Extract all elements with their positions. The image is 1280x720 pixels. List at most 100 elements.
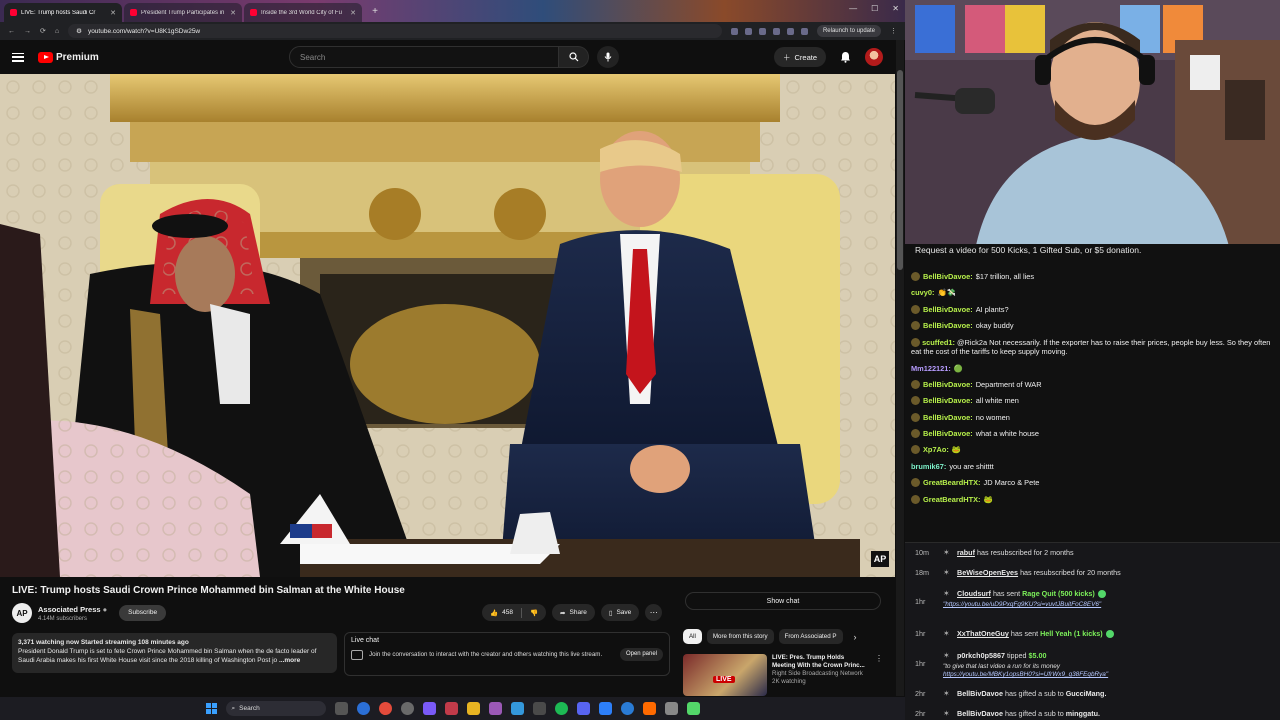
app-icon[interactable] xyxy=(532,702,546,715)
chat-username[interactable]: BellBivDavoe: xyxy=(923,321,973,330)
event-username[interactable]: Cloudsurf xyxy=(957,589,991,598)
event-target[interactable]: minggatu. xyxy=(1066,709,1100,718)
discord-icon[interactable] xyxy=(576,702,590,715)
chat-username[interactable]: BellBivDavoe: xyxy=(923,396,973,405)
search-button[interactable] xyxy=(559,46,589,68)
chat-username[interactable]: BellBivDavoe: xyxy=(923,429,973,438)
url-field[interactable]: ⚙ youtube.com/watch?v=U8K1gSDw25w xyxy=(68,24,722,38)
search-input[interactable] xyxy=(289,46,559,68)
event-username[interactable]: BellBivDavoe xyxy=(957,689,1003,698)
chat-username[interactable]: BellBivDavoe: xyxy=(923,272,973,281)
video-player[interactable]: AP xyxy=(0,74,895,577)
more-actions-icon[interactable]: ⋯ xyxy=(645,604,663,621)
word-icon[interactable] xyxy=(598,702,612,715)
youtube-logo[interactable]: Premium xyxy=(38,51,99,63)
page-scrollbar[interactable] xyxy=(896,40,904,696)
more-menu-icon[interactable]: ⋮ xyxy=(890,27,897,35)
event-username[interactable]: rabuf xyxy=(957,548,975,557)
taskbar-search[interactable]: ⌕ Search xyxy=(225,701,326,716)
extension-icon[interactable] xyxy=(730,27,738,35)
account-avatar[interactable] xyxy=(865,48,883,66)
chat-username[interactable]: scuffed1: xyxy=(922,338,955,347)
app-icon[interactable] xyxy=(620,702,634,715)
event-username[interactable]: XxThatOneGuy xyxy=(957,629,1009,638)
more-options-icon[interactable]: ⋮ xyxy=(875,654,883,696)
extension-icon[interactable] xyxy=(772,27,780,35)
tab-youtube-live[interactable]: LIVE: Trump hosts Saudi Cr ✕ xyxy=(4,3,122,22)
chat-username[interactable]: brumik67: xyxy=(911,462,946,471)
more-link[interactable]: ...more xyxy=(279,657,300,664)
extension-icon[interactable] xyxy=(744,27,752,35)
spotify-icon[interactable] xyxy=(554,702,568,715)
reload-icon[interactable]: ⟳ xyxy=(40,27,46,35)
open-panel-button[interactable]: Open panel xyxy=(619,648,663,661)
like-icon[interactable]: 👍 xyxy=(490,609,498,617)
new-tab-icon[interactable]: + xyxy=(368,5,382,19)
chip-more-from-story[interactable]: More from this story xyxy=(706,629,774,644)
event-username[interactable]: BellBivDavoe xyxy=(957,709,1003,718)
tab-trump-participates[interactable]: President Trump Participates in ✕ xyxy=(124,3,242,22)
chip-all[interactable]: All xyxy=(683,629,702,644)
minimize-icon[interactable]: — xyxy=(849,4,857,13)
chat-username[interactable]: GreatBeardHTX: xyxy=(923,478,981,487)
app-icon[interactable] xyxy=(488,702,502,715)
dislike-icon[interactable]: 👎 xyxy=(530,609,538,617)
close-icon[interactable]: ✕ xyxy=(230,9,236,17)
chevron-right-icon[interactable]: › xyxy=(854,632,857,642)
chip-from-associated-press[interactable]: From Associated P xyxy=(778,629,843,644)
channel-name[interactable]: Associated Press ● xyxy=(38,605,107,614)
task-view-icon[interactable] xyxy=(334,702,348,715)
chrome-icon[interactable] xyxy=(378,702,392,715)
hamburger-menu-icon[interactable] xyxy=(12,52,24,62)
voice-search-button[interactable] xyxy=(597,46,619,68)
channel-avatar[interactable]: AP xyxy=(12,603,32,623)
event-link[interactable]: "https://youtu.be/uD9PxqFg9KU?si=vuvtJBu… xyxy=(943,601,1101,608)
recommended-video[interactable]: LIVE LIVE: Pres. Trump Holds Meeting Wit… xyxy=(683,654,883,696)
back-icon[interactable]: ← xyxy=(8,28,15,35)
save-button[interactable]: ▯ Save xyxy=(600,604,640,621)
close-icon[interactable]: ✕ xyxy=(110,9,116,17)
close-icon[interactable]: ✕ xyxy=(350,9,356,17)
chat-username[interactable]: GreatBeardHTX: xyxy=(923,495,981,504)
recommended-channel[interactable]: Right Side Broadcasting Network xyxy=(772,670,868,678)
edge-icon[interactable] xyxy=(356,702,370,715)
windows-start-icon[interactable] xyxy=(205,703,217,714)
share-button[interactable]: ➦ Share xyxy=(552,604,595,621)
event-link[interactable]: https://youtu.be/MBKy1opsBH0?si=UfrWx9_g… xyxy=(943,671,1108,678)
chrome-profile-icon[interactable] xyxy=(400,702,414,715)
app-icon[interactable] xyxy=(664,702,678,715)
notifications-bell-icon[interactable] xyxy=(840,51,851,63)
extension-icon[interactable] xyxy=(786,27,794,35)
maximize-icon[interactable]: ☐ xyxy=(871,4,878,13)
event-username[interactable]: p0rkch0p5867 xyxy=(957,651,1005,660)
create-button[interactable]: ＋ Create xyxy=(773,47,826,67)
event-target[interactable]: GucciMang. xyxy=(1066,689,1107,698)
app-icon[interactable] xyxy=(444,702,458,715)
extension-icon[interactable] xyxy=(800,27,808,35)
site-info-icon[interactable]: ⚙ xyxy=(76,27,82,35)
kick-icon[interactable] xyxy=(686,702,700,715)
file-explorer-icon[interactable] xyxy=(466,702,480,715)
video-description[interactable]: 3,371 watching now Started streaming 108… xyxy=(12,633,337,673)
extension-icon[interactable] xyxy=(758,27,766,35)
home-icon[interactable]: ⌂ xyxy=(55,28,59,35)
chat-username[interactable]: Xp7Ao: xyxy=(923,445,949,454)
close-window-icon[interactable]: ✕ xyxy=(892,4,899,13)
relaunch-button[interactable]: Relaunch to update xyxy=(816,25,881,37)
app-icon[interactable] xyxy=(510,702,524,715)
chat-username[interactable]: cuvy0: xyxy=(911,288,934,297)
chat-username[interactable]: Mm122121: xyxy=(911,364,951,373)
scrollbar-thumb[interactable] xyxy=(897,70,903,270)
show-chat-button[interactable]: Show chat xyxy=(685,592,881,610)
forward-icon[interactable]: → xyxy=(24,28,31,35)
chat-username[interactable]: BellBivDavoe: xyxy=(923,413,973,422)
chat-username[interactable]: BellBivDavoe: xyxy=(923,305,973,314)
subscribe-button[interactable]: Subscribe xyxy=(119,605,167,621)
recommended-title[interactable]: LIVE: Pres. Trump Holds Meeting With the… xyxy=(772,654,868,670)
event-username[interactable]: BeWiseOpenEyes xyxy=(957,568,1018,577)
recommended-thumbnail[interactable]: LIVE xyxy=(683,654,767,696)
chat-username[interactable]: BellBivDavoe: xyxy=(923,380,973,389)
app-icon[interactable] xyxy=(422,702,436,715)
tab-3rd-world-city[interactable]: Inside the 3rd World City of Fu ✕ xyxy=(244,3,362,22)
app-icon[interactable] xyxy=(642,702,656,715)
